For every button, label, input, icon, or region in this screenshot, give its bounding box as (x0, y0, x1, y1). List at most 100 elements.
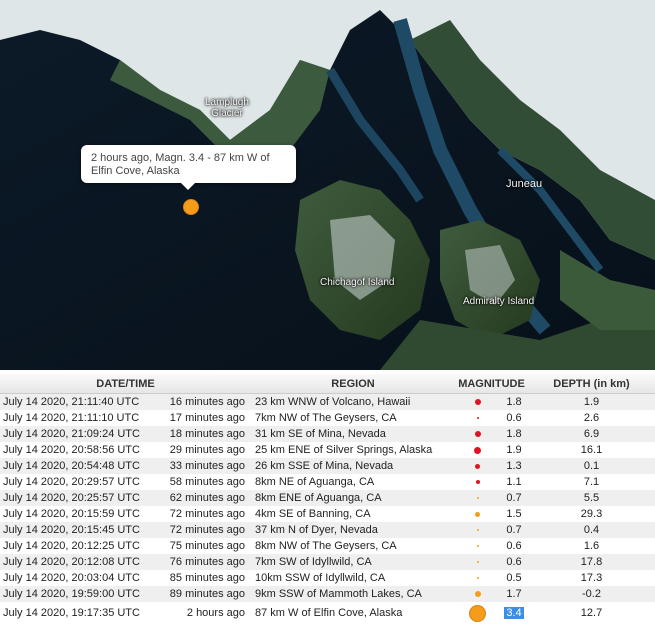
table-row[interactable]: July 14 2020, 19:59:00 UTC89 minutes ago… (0, 586, 655, 602)
magnitude-cell: 0.5 (500, 570, 528, 586)
depth-cell: 17.3 (528, 570, 655, 586)
date-text: July 14 2020, 20:29:57 UTC (3, 476, 140, 488)
depth-cell: 7.1 (528, 474, 655, 490)
magnitude-text: 0.6 (506, 556, 521, 568)
date-text: July 14 2020, 21:11:10 UTC (3, 412, 139, 424)
depth-text: 17.8 (581, 556, 602, 568)
table-row[interactable]: July 14 2020, 20:29:57 UTC58 minutes ago… (0, 474, 655, 490)
time-ago-text: 72 minutes ago (170, 524, 245, 536)
region-cell: 10km SSW of Idyllwild, CA (251, 570, 455, 586)
earthquake-marker[interactable] (183, 199, 199, 215)
region-cell: 9km SSW of Mammoth Lakes, CA (251, 586, 455, 602)
magnitude-text: 3.4 (504, 607, 523, 619)
table-body: July 14 2020, 21:11:40 UTC 16 minutes ago… (0, 394, 655, 624)
time-ago-cell: 29 minutes ago (153, 442, 251, 458)
magnitude-dot-cell (455, 554, 500, 570)
date-text: July 14 2020, 20:25:57 UTC (3, 492, 140, 504)
magnitude-dot-cell (455, 426, 500, 442)
header-date[interactable]: DATE/TIME (0, 374, 251, 394)
magnitude-dot-icon (475, 431, 481, 437)
depth-text: 29.3 (581, 508, 602, 520)
region-text: 8km NW of The Geysers, CA (255, 540, 397, 552)
magnitude-cell: 0.7 (500, 490, 528, 506)
time-ago-cell: 72 minutes ago (153, 522, 251, 538)
depth-cell: 16.1 (528, 442, 655, 458)
table-row[interactable]: July 14 2020, 20:03:04 UTC85 minutes ago… (0, 570, 655, 586)
header-depth[interactable]: DEPTH (in km) (528, 374, 655, 394)
date-cell: July 14 2020, 20:12:25 UTC (0, 538, 153, 554)
time-ago-cell: 85 minutes ago (153, 570, 251, 586)
depth-text: 2.6 (584, 412, 599, 424)
earthquake-table: DATE/TIME REGION MAGNITUDE DEPTH (in km)… (0, 374, 655, 624)
time-ago-text: 16 minutes ago (170, 396, 245, 408)
date-cell: July 14 2020, 20:25:57 UTC (0, 490, 153, 506)
table-row[interactable]: July 14 2020, 20:15:45 UTC 72 minutes ago… (0, 522, 655, 538)
magnitude-dot-cell (455, 586, 500, 602)
table-row[interactable]: July 14 2020, 21:09:24 UTC18 minutes ago… (0, 426, 655, 442)
depth-text: 1.6 (584, 540, 599, 552)
magnitude-dot-cell (455, 570, 500, 586)
table-row[interactable]: July 14 2020, 20:58:56 UTC29 minutes ago… (0, 442, 655, 458)
date-cell: July 14 2020, 20:12:08 UTC (0, 554, 153, 570)
header-region[interactable]: REGION (251, 374, 455, 394)
table-row[interactable]: July 14 2020, 21:11:10 UTC 17 minutes ago… (0, 410, 655, 426)
magnitude-cell: 1.5 (500, 506, 528, 522)
magnitude-dot-icon (469, 605, 486, 622)
region-cell: 37 km N of Dyer, Nevada (251, 522, 455, 538)
table-row[interactable]: July 14 2020, 20:54:48 UTC33 minutes ago… (0, 458, 655, 474)
region-text: 9km SSW of Mammoth Lakes, CA (255, 588, 422, 600)
region-text: 25 km ENE of Silver Springs, Alaska (255, 444, 432, 456)
date-cell: July 14 2020, 21:11:10 UTC (0, 410, 153, 426)
magnitude-dot-cell (455, 474, 500, 490)
date-cell: July 14 2020, 21:09:24 UTC (0, 426, 153, 442)
date-cell: July 14 2020, 19:59:00 UTC (0, 586, 153, 602)
region-text: 23 km WNW of Volcano, Hawaii (255, 396, 410, 408)
region-text: 7km SW of Idyllwild, CA (255, 556, 372, 568)
magnitude-cell: 0.7 (500, 522, 528, 538)
region-cell: 7km SW of Idyllwild, CA (251, 554, 455, 570)
region-text: 8km NE of Aguanga, CA (255, 476, 374, 488)
magnitude-cell: 1.8 (500, 426, 528, 442)
header-magnitude[interactable]: MAGNITUDE (455, 374, 528, 394)
magnitude-cell: 0.6 (500, 410, 528, 426)
time-ago-cell: 17 minutes ago (153, 410, 251, 426)
map-label-lamplugh: Lamplugh Glacier (205, 97, 249, 119)
date-text: July 14 2020, 21:11:40 UTC (3, 396, 139, 408)
region-cell: 23 km WNW of Volcano, Hawaii (251, 394, 455, 411)
time-ago-text: 29 minutes ago (170, 444, 245, 456)
time-ago-cell: 76 minutes ago (153, 554, 251, 570)
depth-cell: 29.3 (528, 506, 655, 522)
region-cell: 7km NW of The Geysers, CA (251, 410, 455, 426)
depth-text: 17.3 (581, 572, 602, 584)
magnitude-dot-icon (477, 497, 479, 499)
region-text: 26 km SSE of Mina, Nevada (255, 460, 393, 472)
magnitude-dot-icon (477, 561, 479, 563)
magnitude-text: 0.5 (506, 572, 521, 584)
magnitude-cell: 1.3 (500, 458, 528, 474)
map-label-juneau: Juneau (506, 178, 542, 190)
time-ago-cell: 72 minutes ago (153, 506, 251, 522)
region-cell: 4km SE of Banning, CA (251, 506, 455, 522)
magnitude-dot-cell (455, 522, 500, 538)
magnitude-dot-icon (476, 480, 480, 484)
map-label-chichagof: Chichagof Island (320, 277, 395, 288)
depth-cell: 5.5 (528, 490, 655, 506)
table-row[interactable]: July 14 2020, 20:12:25 UTC75 minutes ago… (0, 538, 655, 554)
magnitude-text: 0.6 (506, 540, 521, 552)
table-row[interactable]: July 14 2020, 20:15:59 UTC72 minutes ago… (0, 506, 655, 522)
magnitude-dot-cell (455, 490, 500, 506)
magnitude-dot-icon (477, 577, 479, 579)
satellite-map[interactable]: Lamplugh Glacier Juneau Chichagof Island… (0, 0, 655, 370)
table-row[interactable]: July 14 2020, 20:12:08 UTC76 minutes ago… (0, 554, 655, 570)
earthquake-popup: 2 hours ago, Magn. 3.4 - 87 km W of Elfi… (81, 145, 296, 183)
date-text: July 14 2020, 20:15:45 UTC (3, 524, 140, 536)
magnitude-dot-cell (455, 410, 500, 426)
region-text: 7km NW of The Geysers, CA (255, 412, 397, 424)
date-cell: July 14 2020, 20:15:45 UTC (0, 522, 153, 538)
region-cell: 8km NE of Aguanga, CA (251, 474, 455, 490)
table-row[interactable]: July 14 2020, 20:25:57 UTC62 minutes ago… (0, 490, 655, 506)
magnitude-text: 1.9 (506, 444, 521, 456)
date-cell: July 14 2020, 21:11:40 UTC (0, 394, 153, 411)
date-text: July 14 2020, 19:59:00 UTC (3, 588, 140, 600)
table-row[interactable]: July 14 2020, 21:11:40 UTC 16 minutes ago… (0, 394, 655, 411)
